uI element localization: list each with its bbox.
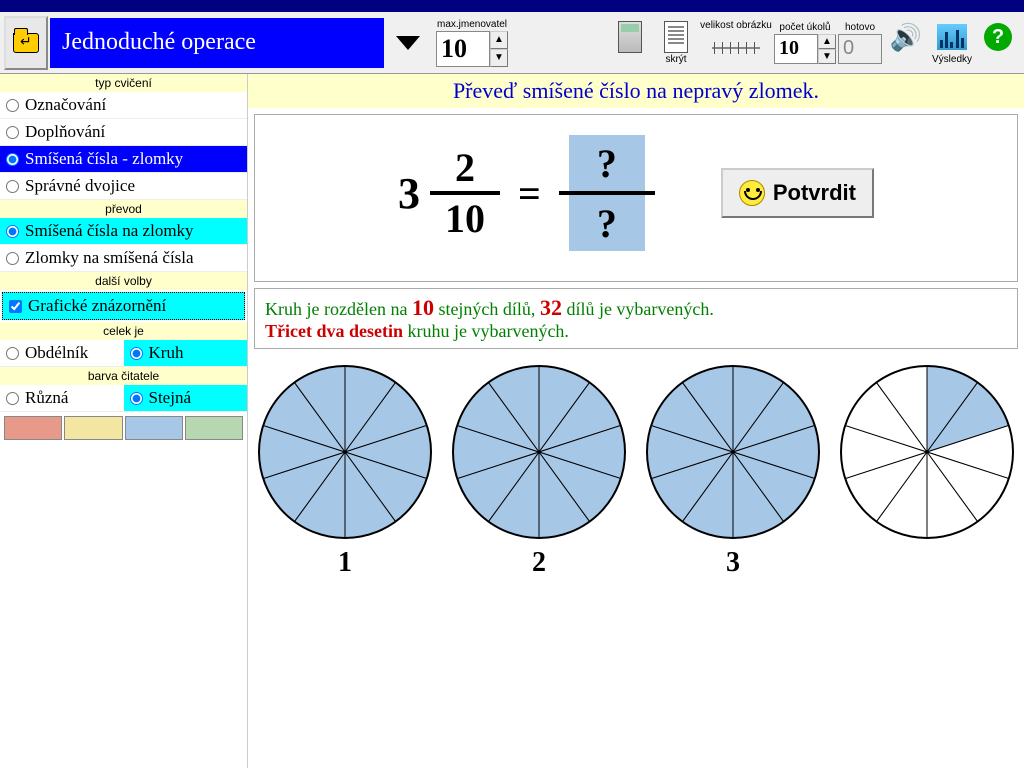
answer-numerator-input[interactable]: ? xyxy=(569,135,645,191)
opt-mixed-to-fraction[interactable]: Smíšená čísla na zlomky xyxy=(0,218,247,245)
equation-area: 3 2 10 = ? ? Potvrdit xyxy=(254,114,1018,282)
mode-title: Jednoduché operace xyxy=(62,29,256,56)
toolbar: ↵ Jednoduché operace max.jmenovatel ▲ ▼ … xyxy=(0,12,1024,74)
swatch-4[interactable] xyxy=(185,416,243,440)
content: Převeď smíšené číslo na nepravý zlomek. … xyxy=(248,74,1024,768)
equals-sign: = xyxy=(518,170,541,217)
answer-fraction: ? ? xyxy=(559,135,655,251)
circle-4 xyxy=(840,365,1014,539)
circle-label-2: 2 xyxy=(532,547,546,579)
opt-graphic[interactable]: Grafické znázornění xyxy=(2,292,245,320)
opt-color-same[interactable]: Stejná xyxy=(124,385,248,412)
whole-is-title: celek je xyxy=(0,322,247,340)
exercise-type-title: typ cvičení xyxy=(0,74,247,92)
help-button[interactable]: ? xyxy=(976,20,1020,65)
opt-fill[interactable]: Doplňování xyxy=(0,119,247,146)
folder-up-icon: ↵ xyxy=(13,33,39,53)
sidebar: typ cvičení Označování Doplňování Smíšen… xyxy=(0,74,248,768)
max-denominator-input[interactable] xyxy=(436,31,490,67)
task-count-label: počet úkolů xyxy=(779,22,830,33)
denominator: 10 xyxy=(445,195,485,242)
circle-1: 1 xyxy=(258,365,432,579)
chevron-down-icon xyxy=(396,36,420,50)
opt-whole-circle[interactable]: Kruh xyxy=(124,340,248,367)
document-icon xyxy=(664,21,688,53)
sound-button[interactable]: 🔊 xyxy=(884,20,928,65)
more-options-title: další volby xyxy=(0,272,247,290)
conversion-title: převod xyxy=(0,200,247,218)
results-button[interactable]: Výsledky xyxy=(930,20,974,65)
max-denominator-up[interactable]: ▲ xyxy=(490,31,508,49)
task-count-up[interactable]: ▲ xyxy=(818,34,836,49)
help-icon: ? xyxy=(984,23,1012,51)
numerator: 2 xyxy=(455,144,475,191)
window-titlebar xyxy=(0,0,1024,12)
swatch-1[interactable] xyxy=(4,416,62,440)
image-size-label: velikost obrázku xyxy=(700,20,772,31)
opt-marking[interactable]: Označování xyxy=(0,92,247,119)
opt-fraction-to-mixed[interactable]: Zlomky na smíšená čísla xyxy=(0,245,247,272)
mode-dropdown-button[interactable] xyxy=(386,18,430,68)
confirm-button[interactable]: Potvrdit xyxy=(721,168,874,218)
opt-color-diff[interactable]: Různá xyxy=(0,385,124,412)
hide-button[interactable]: skrýt xyxy=(654,20,698,65)
task-count-input[interactable] xyxy=(774,34,818,64)
circle-label-3: 3 xyxy=(726,547,740,579)
whole-part: 3 xyxy=(398,168,420,219)
swatch-2[interactable] xyxy=(64,416,122,440)
numerator-color-title: barva čitatele xyxy=(0,367,247,385)
mode-selector[interactable]: Jednoduché operace xyxy=(50,18,384,68)
explanation: Kruh je rozdělen na 10 stejných dílů, 32… xyxy=(254,288,1018,349)
speaker-icon: 🔊 xyxy=(890,20,922,54)
max-denominator-down[interactable]: ▼ xyxy=(490,49,508,67)
calculator-icon xyxy=(618,21,642,53)
answer-denominator-input[interactable]: ? xyxy=(569,195,645,251)
opt-mixed-fractions[interactable]: Smíšená čísla - zlomky xyxy=(0,146,247,173)
max-denominator-label: max.jmenovatel xyxy=(437,19,507,30)
swatch-3[interactable] xyxy=(125,416,183,440)
circle-2: 2 xyxy=(452,365,626,579)
open-folder-button[interactable]: ↵ xyxy=(4,16,48,70)
calculator-button[interactable] xyxy=(608,20,652,65)
task-count-down[interactable]: ▼ xyxy=(818,49,836,64)
circle-3: 3 xyxy=(646,365,820,579)
task-title: Převeď smíšené číslo na nepravý zlomek. xyxy=(248,74,1024,108)
done-label: hotovo xyxy=(845,22,875,33)
opt-whole-rect[interactable]: Obdélník xyxy=(0,340,124,367)
done-value xyxy=(838,34,882,64)
chart-icon xyxy=(937,24,967,50)
circles-row: 1 2 3 xyxy=(248,349,1024,595)
smiley-icon xyxy=(739,180,765,206)
circle-label-1: 1 xyxy=(338,547,352,579)
color-swatches xyxy=(0,412,247,444)
opt-pairs[interactable]: Správné dvojice xyxy=(0,173,247,200)
mixed-number: 3 2 10 xyxy=(398,144,500,242)
image-size-slider[interactable] xyxy=(712,38,760,58)
